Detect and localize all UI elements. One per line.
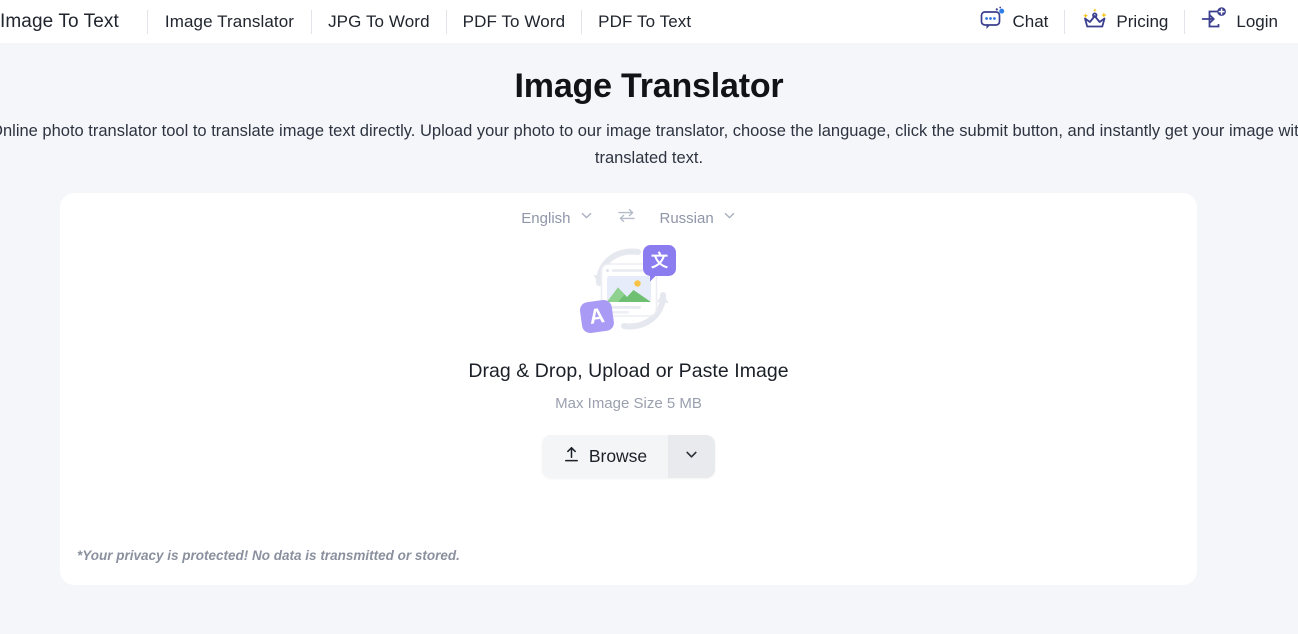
language-selector-row: English Russian xyxy=(60,193,1197,231)
nav-item-login[interactable]: Login xyxy=(1185,7,1298,37)
nav-item-image-to-text[interactable]: Image To Text xyxy=(0,9,147,34)
upload-icon xyxy=(563,446,580,468)
nav-item-label: JPG To Word xyxy=(328,12,430,31)
nav-item-label: Login xyxy=(1236,11,1278,31)
nav-item-image-translator[interactable]: Image Translator xyxy=(148,9,311,34)
svg-text:文: 文 xyxy=(651,251,669,272)
chevron-down-icon xyxy=(580,209,593,227)
privacy-note: *Your privacy is protected! No data is t… xyxy=(77,548,460,563)
browse-button-label: Browse xyxy=(588,446,648,466)
nav-item-label: Pricing xyxy=(1116,11,1169,31)
image-translate-illustration: 文 A xyxy=(566,237,692,341)
nav-item-label: PDF To Text xyxy=(598,12,692,31)
dropzone-subtitle: Max Image Size 5 MB xyxy=(555,395,702,412)
nav-item-label: Chat xyxy=(1012,11,1049,31)
target-language-value: Russian xyxy=(659,209,714,227)
source-language-select[interactable]: English xyxy=(513,205,600,231)
secondary-nav: Chat Pricing Login xyxy=(963,0,1298,43)
page-description: Online photo translator tool to translat… xyxy=(0,122,1298,167)
nav-item-pdf-to-text[interactable]: PDF To Text xyxy=(582,9,707,34)
nav-item-chat[interactable]: Chat xyxy=(963,6,1065,37)
hero-section: Image Translator Online photo translator… xyxy=(0,43,1298,172)
swap-arrows-icon xyxy=(617,206,636,230)
crown-icon xyxy=(1081,6,1109,37)
nav-item-label: Image Translator xyxy=(164,12,295,31)
browse-dropdown-toggle[interactable] xyxy=(668,435,716,478)
nav-item-jpg-to-word[interactable]: JPG To Word xyxy=(312,9,446,34)
top-navbar: Image To Text Image Translator JPG To Wo… xyxy=(0,0,1298,43)
nav-item-pricing[interactable]: Pricing xyxy=(1065,7,1184,37)
swap-languages-button[interactable] xyxy=(617,206,636,230)
chat-bubble-icon xyxy=(979,6,1006,37)
browse-button-group: Browse xyxy=(541,435,716,478)
svg-text:A: A xyxy=(587,304,605,329)
translator-card: English Russian 文 A Drag & Drop, Upload … xyxy=(60,193,1197,585)
page-title: Image Translator xyxy=(514,67,784,105)
chevron-down-icon xyxy=(683,446,700,468)
nav-item-pdf-to-word[interactable]: PDF To Word xyxy=(447,9,582,34)
dropzone-title: Drag & Drop, Upload or Paste Image xyxy=(468,360,789,382)
browse-button[interactable]: Browse xyxy=(541,435,669,478)
primary-nav: Image To Text Image Translator JPG To Wo… xyxy=(0,0,707,43)
target-language-select[interactable]: Russian xyxy=(652,205,744,231)
nav-item-label: Image To Text xyxy=(0,11,119,32)
login-arrow-icon xyxy=(1201,6,1229,37)
nav-item-label: PDF To Word xyxy=(462,12,566,31)
source-language-value: English xyxy=(521,209,571,227)
chevron-down-icon xyxy=(723,209,736,227)
upload-dropzone[interactable]: 文 A Drag & Drop, Upload or Paste Image M… xyxy=(60,237,1197,478)
